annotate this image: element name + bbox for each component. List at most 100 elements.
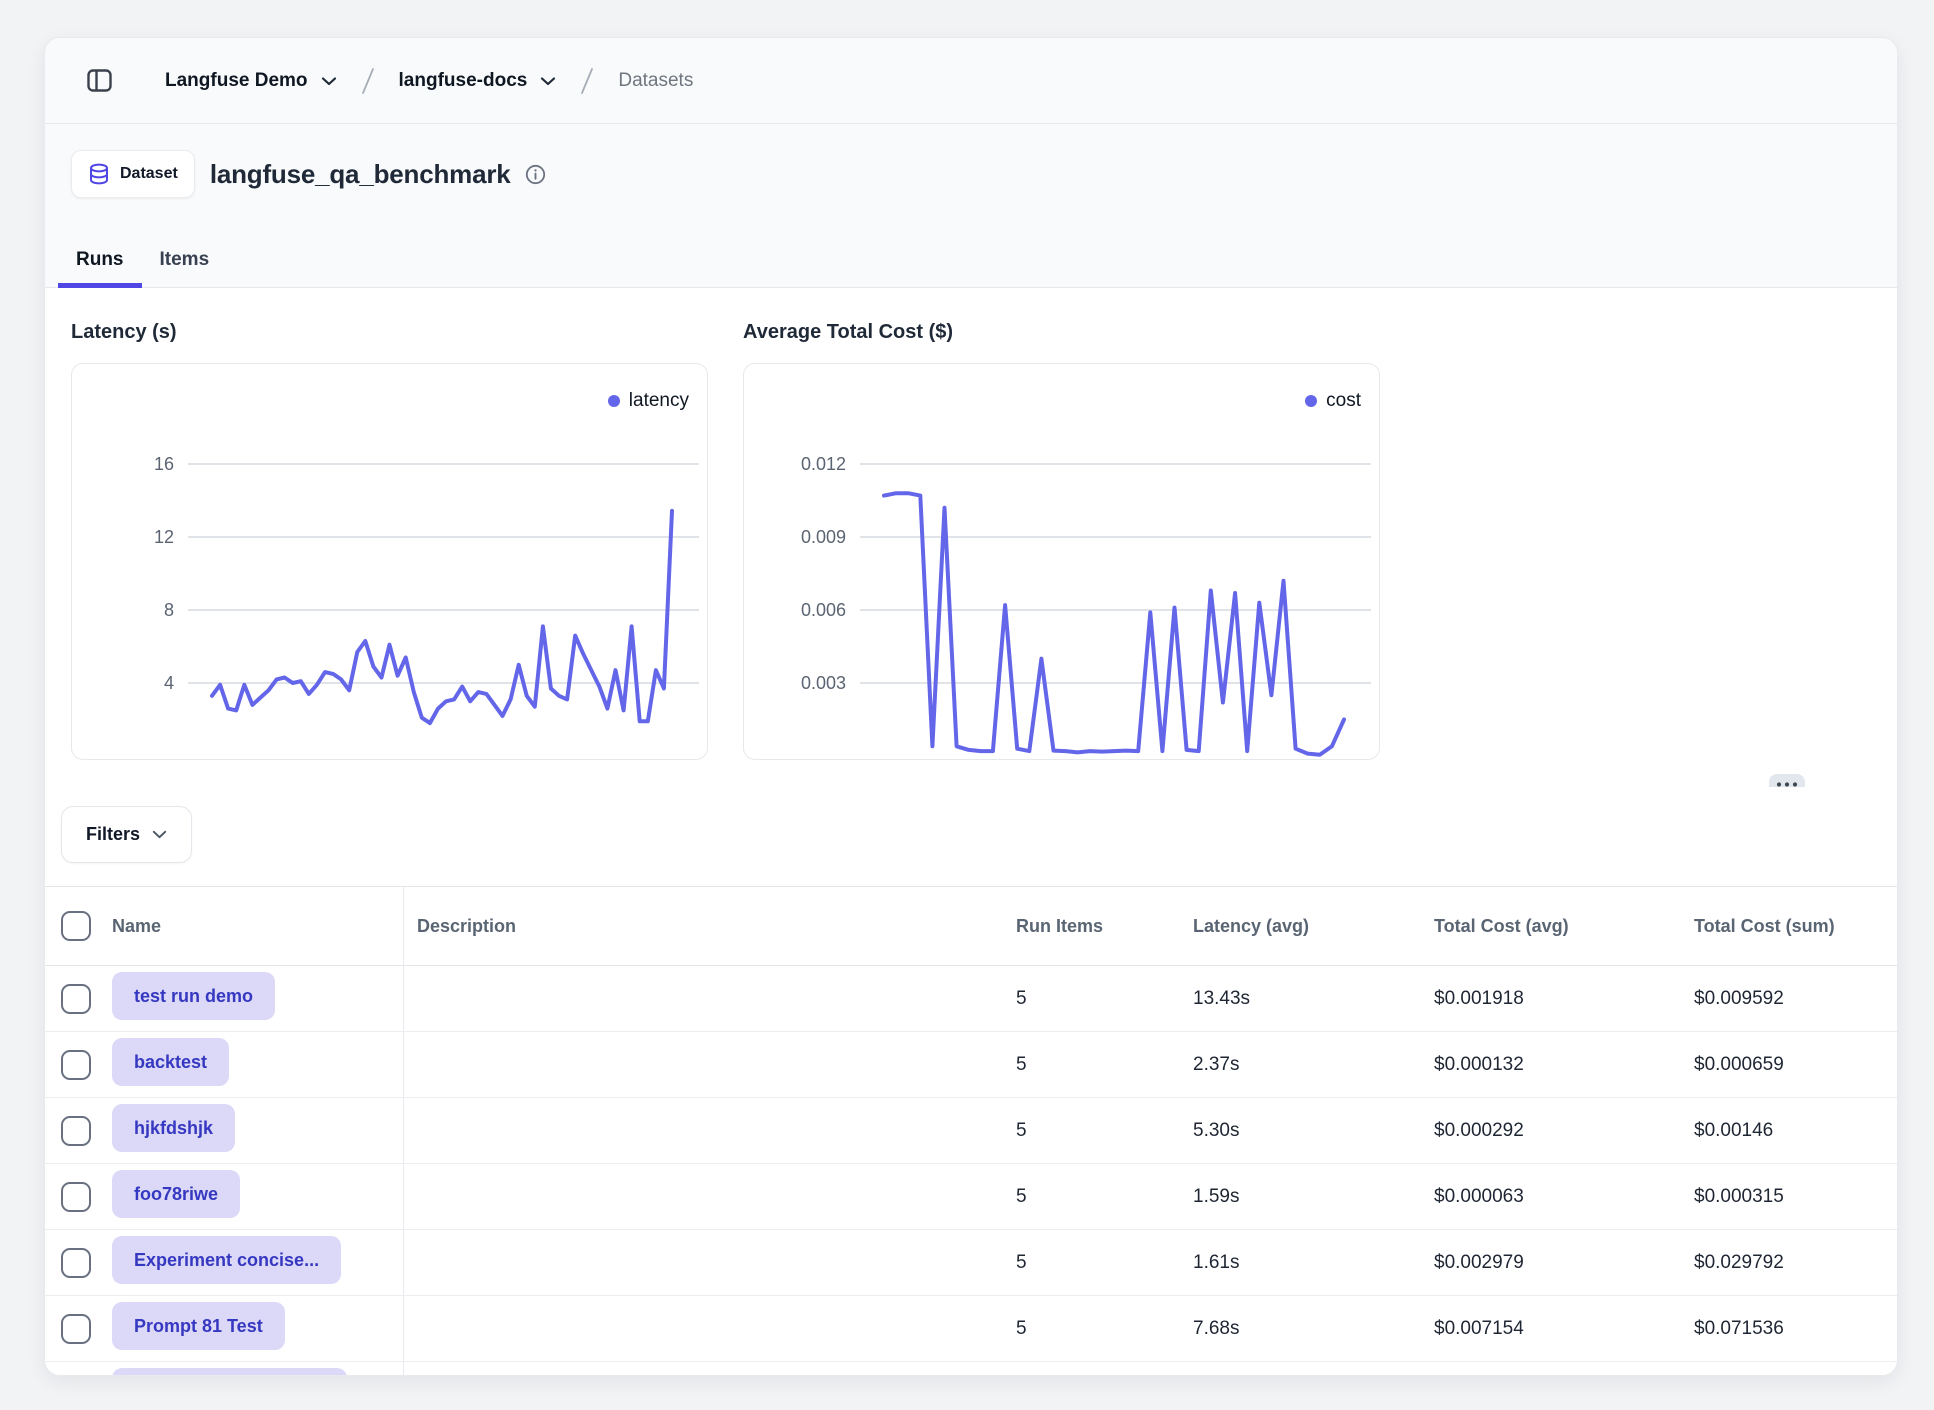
runs-table: Name Description Run Items Latency (avg)…: [45, 886, 1897, 1376]
svg-text:0.003: 0.003: [801, 673, 846, 693]
latency-chart: 16 12 8 4 latency: [71, 363, 708, 760]
run-name-badge[interactable]: foo78riwe: [112, 1170, 240, 1218]
cell-latency-avg: 5.30s: [1193, 1120, 1434, 1142]
column-header-total-cost-avg[interactable]: Total Cost (avg): [1434, 916, 1694, 937]
table-row[interactable]: test run demo 5 13.43s $0.001918 $0.0095…: [45, 966, 1897, 1032]
project-name: langfuse-docs: [399, 70, 528, 92]
cell-latency-avg: 1.59s: [1193, 1186, 1434, 1208]
cell-run-items: 5: [1016, 988, 1193, 1010]
cell-description: [403, 1362, 1016, 1376]
tab-bar: Runs Items: [45, 238, 1897, 288]
legend-dot-icon: [608, 395, 620, 407]
svg-text:8: 8: [164, 600, 174, 620]
filters-button[interactable]: Filters: [61, 806, 192, 863]
svg-text:0.006: 0.006: [801, 600, 846, 620]
table-row[interactable]: backtest 5 2.37s $0.000132 $0.000659: [45, 1032, 1897, 1098]
cell-description: [403, 1230, 1016, 1295]
cell-latency-avg: 7.68s: [1193, 1318, 1434, 1340]
column-header-total-cost-sum[interactable]: Total Cost (sum): [1694, 916, 1897, 937]
table-row[interactable]: foo78riwe 5 1.59s $0.000063 $0.000315: [45, 1164, 1897, 1230]
cell-total-cost-avg: $0.000132: [1434, 1054, 1694, 1076]
legend-dot-icon: [1305, 395, 1317, 407]
svg-text:0.012: 0.012: [801, 454, 846, 474]
tab-items[interactable]: Items: [142, 249, 228, 287]
table-row[interactable]: [45, 1362, 1897, 1376]
latency-chart-title: Latency (s): [71, 318, 708, 346]
breadcrumb-slash-icon: [359, 66, 377, 96]
main-panel: Langfuse Demo langfuse-docs Datasets: [44, 37, 1898, 1376]
cell-description: [403, 1098, 1016, 1163]
run-name-badge[interactable]: hjkfdshjk: [112, 1104, 235, 1152]
column-header-name[interactable]: Name: [112, 916, 403, 937]
table-row[interactable]: hjkfdshjk 5 5.30s $0.000292 $0.00146: [45, 1098, 1897, 1164]
run-name-badge[interactable]: Prompt 81 Test: [112, 1302, 285, 1350]
info-icon[interactable]: [525, 164, 546, 185]
page-header: Langfuse Demo langfuse-docs Datasets: [45, 38, 1897, 288]
cost-chart-title: Average Total Cost ($): [743, 318, 1380, 346]
cell-run-items: 5: [1016, 1120, 1193, 1142]
svg-text:16: 16: [154, 454, 174, 474]
dataset-badge: Dataset: [71, 150, 195, 198]
filters-section: Filters: [45, 787, 1897, 886]
cell-description: [403, 966, 1016, 1031]
charts-section: Latency (s) 16 12 8 4 latency Average Total…: [45, 288, 1897, 787]
cell-run-items: 5: [1016, 1318, 1193, 1340]
svg-text:4: 4: [164, 673, 174, 693]
cost-chart: 0.012 0.009 0.006 0.003 cost: [743, 363, 1380, 760]
table-row[interactable]: Prompt 81 Test 5 7.68s $0.007154 $0.0715…: [45, 1296, 1897, 1362]
cell-description: [403, 1032, 1016, 1097]
chevron-down-icon: [540, 76, 556, 86]
row-checkbox[interactable]: [61, 1248, 91, 1278]
cell-run-items: 5: [1016, 1186, 1193, 1208]
project-switcher[interactable]: langfuse-docs: [399, 70, 557, 92]
row-checkbox[interactable]: [61, 984, 91, 1014]
database-icon: [88, 163, 110, 185]
legend-label: latency: [629, 390, 689, 412]
cell-total-cost-avg: $0.001918: [1434, 988, 1694, 1010]
cell-latency-avg: 2.37s: [1193, 1054, 1434, 1076]
svg-text:0.009: 0.009: [801, 527, 846, 547]
cell-total-cost-sum: $0.00146: [1694, 1120, 1897, 1142]
org-switcher[interactable]: Langfuse Demo: [165, 70, 337, 92]
row-checkbox[interactable]: [61, 1182, 91, 1212]
select-all-checkbox[interactable]: [61, 911, 91, 941]
cell-total-cost-sum: $0.029792: [1694, 1252, 1897, 1274]
run-name-badge[interactable]: backtest: [112, 1038, 229, 1086]
svg-text:12: 12: [154, 527, 174, 547]
column-header-description[interactable]: Description: [403, 887, 1016, 965]
cell-total-cost-sum: $0.071536: [1694, 1318, 1897, 1340]
chevron-down-icon: [321, 76, 337, 86]
column-header-run-items[interactable]: Run Items: [1016, 916, 1193, 937]
org-name: Langfuse Demo: [165, 70, 308, 92]
table-header-row: Name Description Run Items Latency (avg)…: [45, 887, 1897, 966]
row-checkbox[interactable]: [61, 1116, 91, 1146]
cell-total-cost-avg: $0.007154: [1434, 1318, 1694, 1340]
cost-legend: cost: [1305, 390, 1361, 412]
cell-latency-avg: 13.43s: [1193, 988, 1434, 1010]
dataset-title-row: Dataset langfuse_qa_benchmark: [45, 150, 1897, 198]
table-row[interactable]: Experiment concise... 5 1.61s $0.002979 …: [45, 1230, 1897, 1296]
latency-legend: latency: [608, 390, 689, 412]
row-checkbox[interactable]: [61, 1314, 91, 1344]
cell-total-cost-avg: $0.000063: [1434, 1186, 1694, 1208]
cell-total-cost-sum: $0.009592: [1694, 988, 1897, 1010]
breadcrumb-slash-icon: [578, 66, 596, 96]
breadcrumb: Langfuse Demo langfuse-docs Datasets: [45, 38, 1897, 124]
run-name-badge[interactable]: Experiment concise...: [112, 1236, 341, 1284]
legend-label: cost: [1326, 390, 1361, 412]
cell-run-items: 5: [1016, 1054, 1193, 1076]
tab-runs[interactable]: Runs: [58, 249, 142, 287]
sidebar-toggle-icon[interactable]: [79, 61, 119, 101]
column-header-latency-avg[interactable]: Latency (avg): [1193, 916, 1434, 937]
run-name-badge[interactable]: test run demo: [112, 972, 275, 1020]
cell-total-cost-avg: $0.002979: [1434, 1252, 1694, 1274]
cell-description: [403, 1296, 1016, 1361]
page-title: langfuse_qa_benchmark: [210, 159, 511, 190]
breadcrumb-page[interactable]: Datasets: [618, 70, 693, 92]
cell-total-cost-avg: $0.000292: [1434, 1120, 1694, 1142]
run-name-badge[interactable]: [112, 1368, 347, 1376]
cell-total-cost-sum: $0.000659: [1694, 1054, 1897, 1076]
row-checkbox[interactable]: [61, 1050, 91, 1080]
cell-run-items: 5: [1016, 1252, 1193, 1274]
dataset-badge-label: Dataset: [120, 165, 178, 183]
